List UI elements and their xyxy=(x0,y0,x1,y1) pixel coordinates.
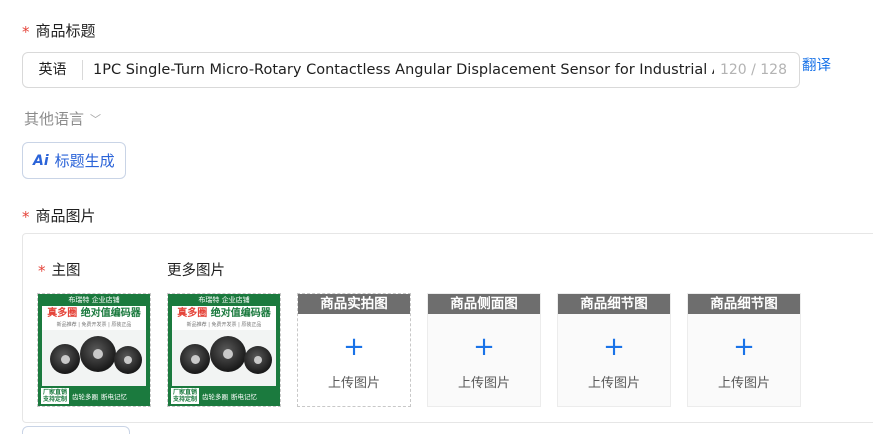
more-image-thumbnail[interactable]: 布瑞特 企业店铺 真多圈 绝对值编码器 新品推荐 | 免费开发票 | 原装正品 … xyxy=(167,293,281,407)
required-mark: * xyxy=(22,22,30,41)
encoder-photo xyxy=(42,330,146,386)
upload-slot-detail-1[interactable]: 商品细节图 + 上传图片 xyxy=(557,293,671,407)
product-image: 布瑞特 企业店铺 真多圈 绝对值编码器 新品推荐 | 免费开发票 | 原装正品 … xyxy=(168,294,280,406)
plus-icon: + xyxy=(733,332,755,362)
upload-slot-actual-photo[interactable]: 商品实拍图 + 上传图片 xyxy=(297,293,411,407)
banner-text: 绝对值编码器 xyxy=(80,308,141,319)
product-title-label-text: 商品标题 xyxy=(35,22,96,40)
product-tag: 厂家直销 支持定制 xyxy=(41,388,70,404)
product-images-label: * 商品图片 xyxy=(22,205,96,226)
partial-button[interactable] xyxy=(22,426,130,434)
upload-label: 上传图片 xyxy=(587,376,640,391)
plus-icon: + xyxy=(473,332,495,362)
slot-title: 商品细节图 xyxy=(558,294,670,314)
upload-slot-side-view[interactable]: 商品侧面图 + 上传图片 xyxy=(427,293,541,407)
slot-title: 商品细节图 xyxy=(688,294,800,314)
product-title-input[interactable] xyxy=(83,62,714,78)
product-footer: 厂家直销 支持定制 齿轮多圈 断电记忆 xyxy=(38,386,150,406)
chevron-down-icon: ﹀ xyxy=(90,112,102,126)
product-brand: 布瑞特 企业店铺 xyxy=(168,294,280,306)
char-counter: 120 / 128 xyxy=(719,62,787,78)
translate-link[interactable]: 翻译 xyxy=(802,54,831,75)
upload-label: 上传图片 xyxy=(457,376,510,391)
product-image: 布瑞特 企业店铺 真多圈 绝对值编码器 新品推荐 | 免费开发票 | 原装正品 … xyxy=(38,294,150,406)
footer-text-b: 断电记忆 xyxy=(101,393,128,401)
product-images-label-text: 商品图片 xyxy=(35,207,96,225)
plus-icon: + xyxy=(603,332,625,362)
product-subline: 新品推荐 | 免费开发票 | 原装正品 xyxy=(186,322,262,328)
product-tag: 厂家直销 支持定制 xyxy=(171,388,200,404)
more-images-label: 更多图片 xyxy=(167,263,225,279)
product-brand: 布瑞特 企业店铺 xyxy=(38,294,150,306)
upload-slot-detail-2[interactable]: 商品细节图 + 上传图片 xyxy=(687,293,801,407)
banner-highlight: 真多圈 xyxy=(47,308,78,319)
banner-highlight: 真多圈 xyxy=(177,308,208,319)
footer-text-a: 齿轮多圈 xyxy=(202,393,229,401)
slot-title: 商品实拍图 xyxy=(298,294,410,314)
upload-label: 上传图片 xyxy=(327,376,380,391)
slot-title: 商品侧面图 xyxy=(428,294,540,314)
main-image-label-text: 主图 xyxy=(51,263,81,279)
product-title-field[interactable]: 英语 120 / 128 xyxy=(22,52,800,88)
required-mark: * xyxy=(22,207,30,226)
footer-text-a: 齿轮多圈 xyxy=(72,393,99,401)
ai-icon: Ai xyxy=(33,152,49,169)
upload-label: 上传图片 xyxy=(717,376,770,391)
required-mark: * xyxy=(38,261,46,280)
ai-title-generate-button[interactable]: Ai 标题生成 xyxy=(22,142,126,179)
product-footer: 厂家直销 支持定制 齿轮多圈 断电记忆 xyxy=(168,386,280,406)
main-image-label: * 主图 xyxy=(38,259,81,280)
product-title-label: * 商品标题 xyxy=(22,20,96,41)
ai-title-generate-label: 标题生成 xyxy=(54,152,115,170)
banner-text: 绝对值编码器 xyxy=(210,308,271,319)
language-tag[interactable]: 英语 xyxy=(23,60,83,80)
main-image-thumbnail[interactable]: 布瑞特 企业店铺 真多圈 绝对值编码器 新品推荐 | 免费开发票 | 原装正品 … xyxy=(37,293,151,407)
encoder-photo xyxy=(172,330,276,386)
footer-text-b: 断电记忆 xyxy=(231,393,258,401)
plus-icon: + xyxy=(343,332,365,362)
product-subline: 新品推荐 | 免费开发票 | 原装正品 xyxy=(56,322,132,328)
other-languages-label: 其他语言 xyxy=(24,110,85,128)
other-languages-toggle[interactable]: 其他语言 ﹀ xyxy=(24,108,101,129)
